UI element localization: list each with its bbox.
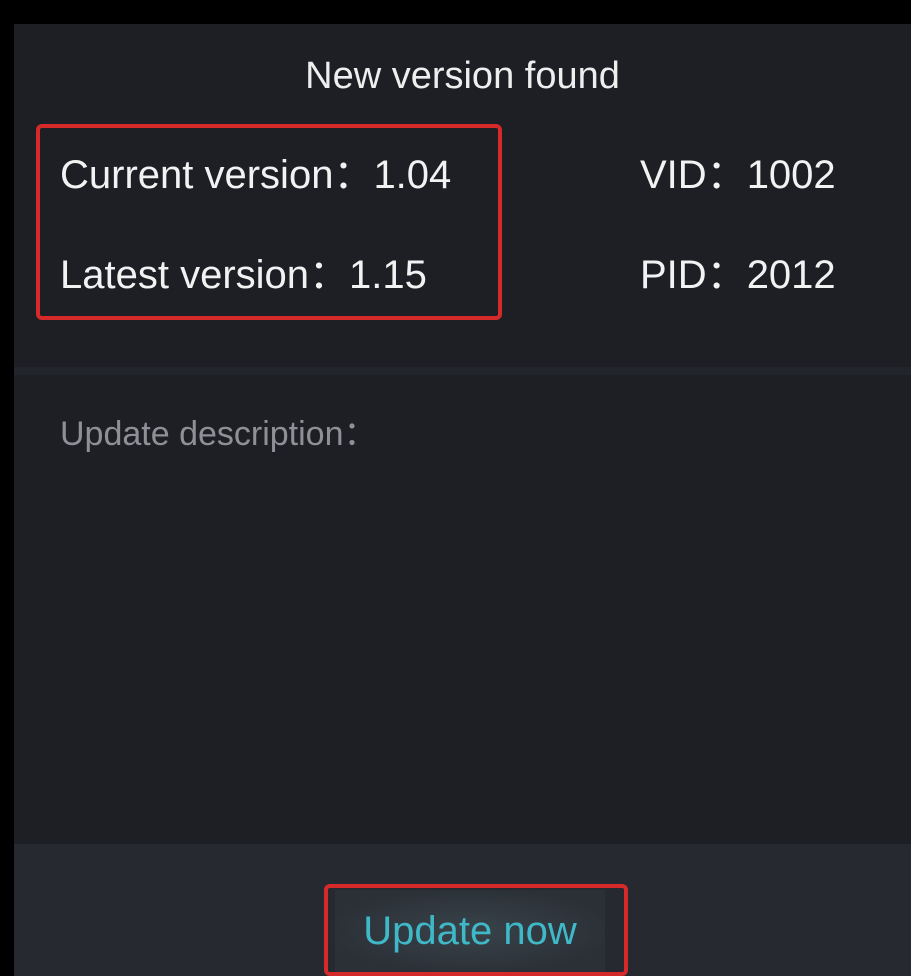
dialog-footer: Update now <box>14 844 911 976</box>
vid-row: VID：1002 <box>640 152 836 198</box>
dialog-title: New version found <box>305 55 620 97</box>
update-button-highlight-box <box>324 884 628 976</box>
pid-label: PID： <box>640 253 747 297</box>
update-description-label: Update description： <box>60 415 378 453</box>
update-dialog: New version found Current version：1.04 L… <box>14 24 911 976</box>
vid-label: VID： <box>640 153 747 197</box>
pid-value: 2012 <box>746 253 836 297</box>
versions-highlight-box <box>36 124 502 320</box>
section-divider <box>14 367 911 375</box>
vid-value: 1002 <box>746 153 836 197</box>
pid-row: PID：2012 <box>640 252 836 298</box>
